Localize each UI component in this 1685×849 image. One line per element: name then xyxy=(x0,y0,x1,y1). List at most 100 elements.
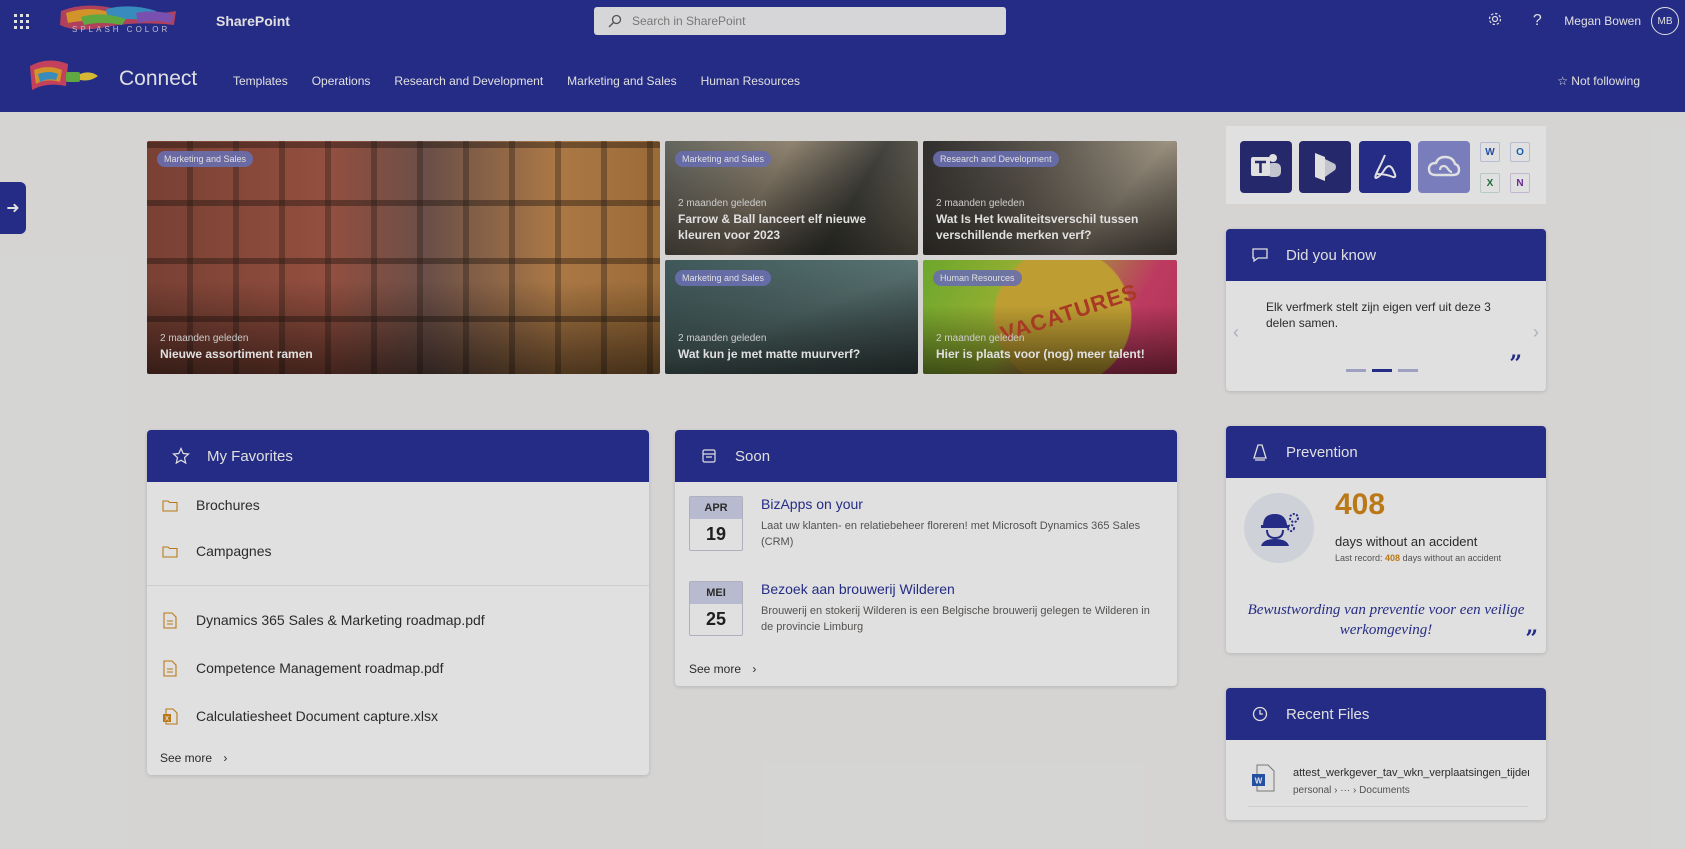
creative-cloud-icon xyxy=(1427,155,1461,177)
site-title[interactable]: Connect xyxy=(119,67,197,91)
news-title: Farrow & Ball lanceert elf nieuwe kleure… xyxy=(678,212,867,242)
settings-button[interactable] xyxy=(1474,11,1516,32)
folder-icon xyxy=(160,545,180,558)
search-input[interactable] xyxy=(632,14,992,28)
teams-app-tile[interactable] xyxy=(1240,141,1292,193)
more-icon[interactable]: ··· xyxy=(1340,785,1350,796)
folder-icon xyxy=(160,499,180,512)
carousel-dots xyxy=(1346,369,1418,372)
creative-cloud-app-tile[interactable] xyxy=(1418,141,1470,193)
word-document-icon: W xyxy=(1252,764,1275,792)
chevron-left-icon[interactable]: ‹ xyxy=(1233,322,1239,343)
event-description: Laat uw klanten- en relatiebeheer florer… xyxy=(761,520,1141,548)
news-title: Wat kun je met matte muurverf? xyxy=(678,347,861,361)
star-icon: ☆ xyxy=(1557,74,1568,88)
carousel-dot-active[interactable] xyxy=(1372,369,1392,372)
carousel-dot[interactable] xyxy=(1398,369,1418,372)
word-app-tile[interactable]: W xyxy=(1480,142,1500,162)
dynamics-icon xyxy=(1315,153,1336,181)
nav-item-templates[interactable]: Templates xyxy=(233,74,288,88)
carousel-dot[interactable] xyxy=(1346,369,1366,372)
recent-file-path: personal › ··· › Documents xyxy=(1293,785,1410,796)
help-button[interactable]: ? xyxy=(1516,12,1558,30)
pdf-file-icon xyxy=(160,611,180,629)
excel-app-tile[interactable]: X xyxy=(1480,173,1500,193)
app-name[interactable]: SharePoint xyxy=(216,13,290,29)
card-header: Prevention xyxy=(1226,426,1546,478)
help-icon: ? xyxy=(1532,12,1542,29)
svg-text:X: X xyxy=(165,716,169,722)
days-without-accident-count: 408 xyxy=(1335,488,1386,521)
card-header: Did you know xyxy=(1226,229,1546,281)
see-more-link[interactable]: See more › xyxy=(160,751,227,765)
see-more-label: See more xyxy=(160,751,213,765)
news-age: 2 maanden geleden xyxy=(678,198,767,209)
waffle-icon xyxy=(13,13,29,29)
outlook-app-tile[interactable]: O xyxy=(1510,142,1530,162)
chevron-right-icon[interactable]: › xyxy=(1533,322,1539,343)
last-record-value: 408 xyxy=(1385,553,1401,563)
news-age: 2 maanden geleden xyxy=(936,198,1025,209)
favorite-folder-item[interactable]: Brochures xyxy=(160,495,260,515)
app-launcher-button[interactable] xyxy=(0,0,42,42)
did-you-know-card: Did you know ‹ Elk verfmerk stelt zijn e… xyxy=(1226,229,1546,391)
word-icon: W xyxy=(1485,146,1495,158)
onenote-icon: N xyxy=(1516,177,1524,189)
nav-item-operations[interactable]: Operations xyxy=(312,74,371,88)
worker-icon xyxy=(1244,493,1314,563)
cone-icon xyxy=(1250,443,1270,461)
follow-button[interactable]: ☆ Not following xyxy=(1557,74,1640,88)
news-category-badge: Marketing and Sales xyxy=(675,151,772,167)
see-more-label: See more xyxy=(689,662,742,676)
card-header: My Favorites xyxy=(147,430,649,482)
favorite-file-item[interactable]: Competence Management roadmap.pdf xyxy=(160,658,443,678)
news-category-badge: Marketing and Sales xyxy=(675,270,772,286)
quick-apps: W O X N xyxy=(1226,126,1546,204)
news-tile[interactable]: Marketing and Sales 2 maanden geleden Wa… xyxy=(665,260,918,374)
favorite-folder-item[interactable]: Campagnes xyxy=(160,541,272,561)
card-title: My Favorites xyxy=(207,447,293,465)
acrobat-app-tile[interactable] xyxy=(1359,141,1411,193)
clock-icon xyxy=(1250,706,1270,722)
card-header: Recent Files xyxy=(1226,688,1546,740)
dynamics-app-tile[interactable] xyxy=(1299,141,1351,193)
favorite-label: Campagnes xyxy=(196,543,272,559)
nav-item-research-and-development[interactable]: Research and Development xyxy=(394,74,543,88)
calendar-icon xyxy=(699,448,719,464)
search-box[interactable] xyxy=(594,7,1006,35)
chevron-right-icon: › xyxy=(752,662,757,676)
news-tile[interactable]: Marketing and Sales 2 maanden geleden Fa… xyxy=(665,141,918,255)
see-more-link[interactable]: See more › xyxy=(689,662,756,676)
chevron-right-icon: › xyxy=(1353,785,1357,796)
recent-files-card: Recent Files W attest_werkgever_tav_wkn_… xyxy=(1226,688,1546,820)
news-tile[interactable]: Marketing and Sales 2 maanden geleden Ni… xyxy=(147,141,660,374)
card-title: Recent Files xyxy=(1286,705,1370,723)
user-name[interactable]: Megan Bowen xyxy=(1564,14,1641,28)
path-leaf[interactable]: Documents xyxy=(1359,785,1410,796)
quote-icon: ” xyxy=(1525,626,1538,652)
favorite-file-item[interactable]: Dynamics 365 Sales & Marketing roadmap.p… xyxy=(160,610,485,630)
site-header: Connect Templates Operations Research an… xyxy=(0,42,1685,112)
expand-panel-button[interactable]: ➜ xyxy=(0,182,26,234)
nav-item-marketing-and-sales[interactable]: Marketing and Sales xyxy=(567,74,676,88)
news-tile[interactable]: Research and Development 2 maanden geled… xyxy=(923,141,1177,255)
favorite-file-item[interactable]: X Calculatiesheet Document capture.xlsx xyxy=(160,706,438,726)
news-category-badge: Research and Development xyxy=(933,151,1059,167)
news-tile[interactable]: VACATURES Human Resources 2 maanden gele… xyxy=(923,260,1177,374)
event-day: 19 xyxy=(705,524,727,544)
divider xyxy=(147,585,649,586)
event-title[interactable]: Bezoek aan brouwerij Wilderen xyxy=(761,581,955,597)
divider xyxy=(1248,806,1528,807)
news-category-badge: Marketing and Sales xyxy=(157,151,254,167)
recent-file-name[interactable]: attest_werkgever_tav_wkn_verplaatsingen_… xyxy=(1293,767,1529,779)
event-title[interactable]: BizApps on your xyxy=(761,496,863,512)
onenote-app-tile[interactable]: N xyxy=(1510,173,1530,193)
news-age: 2 maanden geleden xyxy=(160,333,249,344)
event-day: 25 xyxy=(705,609,727,629)
path-root[interactable]: personal xyxy=(1293,785,1331,796)
site-logo[interactable] xyxy=(28,56,100,98)
news-title: Nieuwe assortiment ramen xyxy=(160,347,313,361)
favorite-label: Competence Management roadmap.pdf xyxy=(196,660,444,676)
avatar[interactable]: MB xyxy=(1651,7,1679,35)
nav-item-human-resources[interactable]: Human Resources xyxy=(701,74,800,88)
